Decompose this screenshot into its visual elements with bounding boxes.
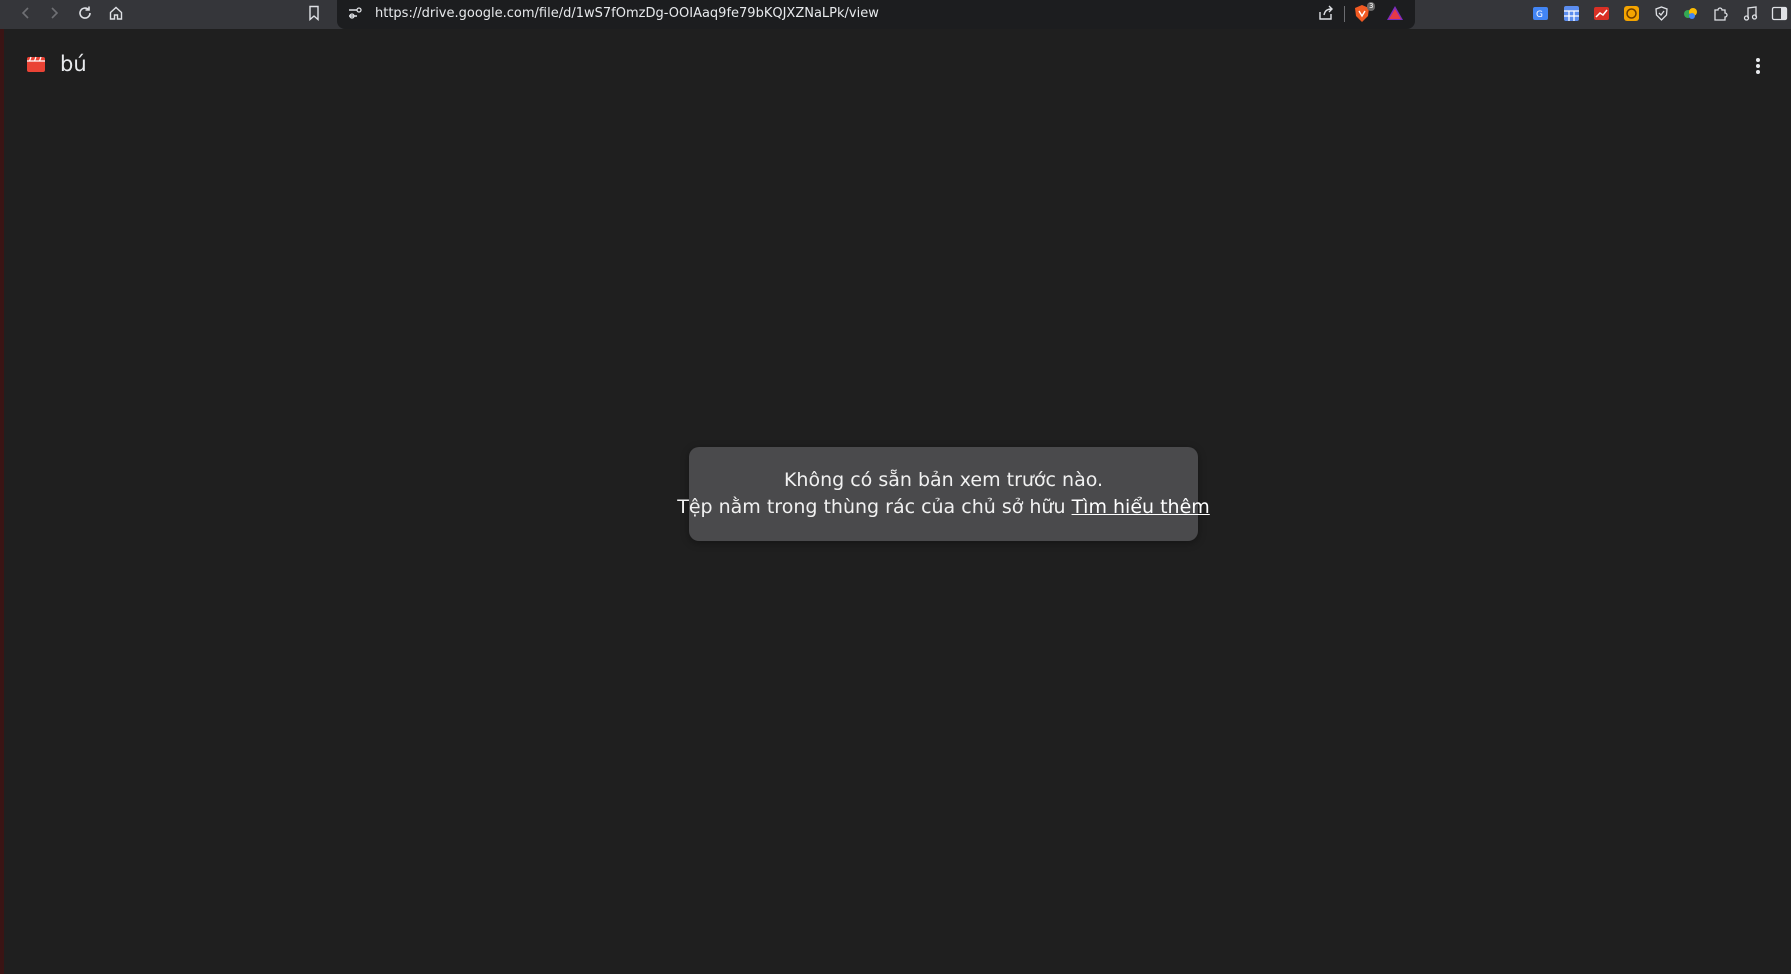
address-bar[interactable]: https://drive.google.com/file/d/1wS7fOmz… — [337, 0, 1415, 29]
leaf-extension-icon[interactable] — [1682, 5, 1699, 22]
media-music-icon[interactable] — [1742, 5, 1759, 22]
sidebar-panel-icon[interactable] — [1771, 5, 1788, 22]
bookmark-icon[interactable] — [302, 0, 326, 26]
chart-extension-icon[interactable] — [1593, 5, 1610, 22]
home-icon[interactable] — [104, 0, 128, 26]
learn-more-link[interactable]: Tìm hiểu thêm — [1072, 496, 1210, 518]
message-line-1: Không có sẵn bản xem trước nào. — [783, 469, 1104, 491]
site-info-icon[interactable] — [347, 5, 363, 26]
trash-notice-text: Tệp nằm trong thùng rác của chủ sở hữu — [677, 496, 1066, 518]
url-text[interactable]: https://drive.google.com/file/d/1wS7fOmz… — [375, 6, 879, 21]
more-vert-icon[interactable] — [1749, 54, 1767, 78]
shield-badge: 3 — [1367, 2, 1376, 11]
shield-extension-icon[interactable] — [1653, 5, 1670, 22]
message-line-2: Tệp nằm trong thùng rác của chủ sở hữu T… — [677, 494, 1210, 521]
no-preview-message: Không có sẵn bản xem trước nào. Tệp nằm … — [677, 447, 1210, 541]
extensions-puzzle-icon[interactable] — [1712, 5, 1729, 22]
back-icon[interactable] — [14, 0, 38, 26]
svg-text:G: G — [1536, 10, 1543, 20]
translate-extension-icon[interactable]: G — [1532, 5, 1549, 22]
brave-rewards-icon[interactable] — [1386, 4, 1404, 27]
grid-extension-icon[interactable] — [1563, 5, 1580, 22]
video-file-icon — [27, 55, 45, 78]
share-icon[interactable] — [1317, 4, 1335, 27]
omnibox-divider — [1344, 6, 1345, 22]
coin-extension-icon[interactable] — [1623, 5, 1640, 22]
file-title: bú — [60, 52, 87, 76]
browser-toolbar: https://drive.google.com/file/d/1wS7fOmz… — [0, 0, 1791, 29]
forward-icon[interactable] — [42, 0, 66, 26]
reload-icon[interactable] — [73, 0, 97, 26]
file-header: bú — [4, 32, 1791, 98]
window-edge — [0, 0, 4, 974]
